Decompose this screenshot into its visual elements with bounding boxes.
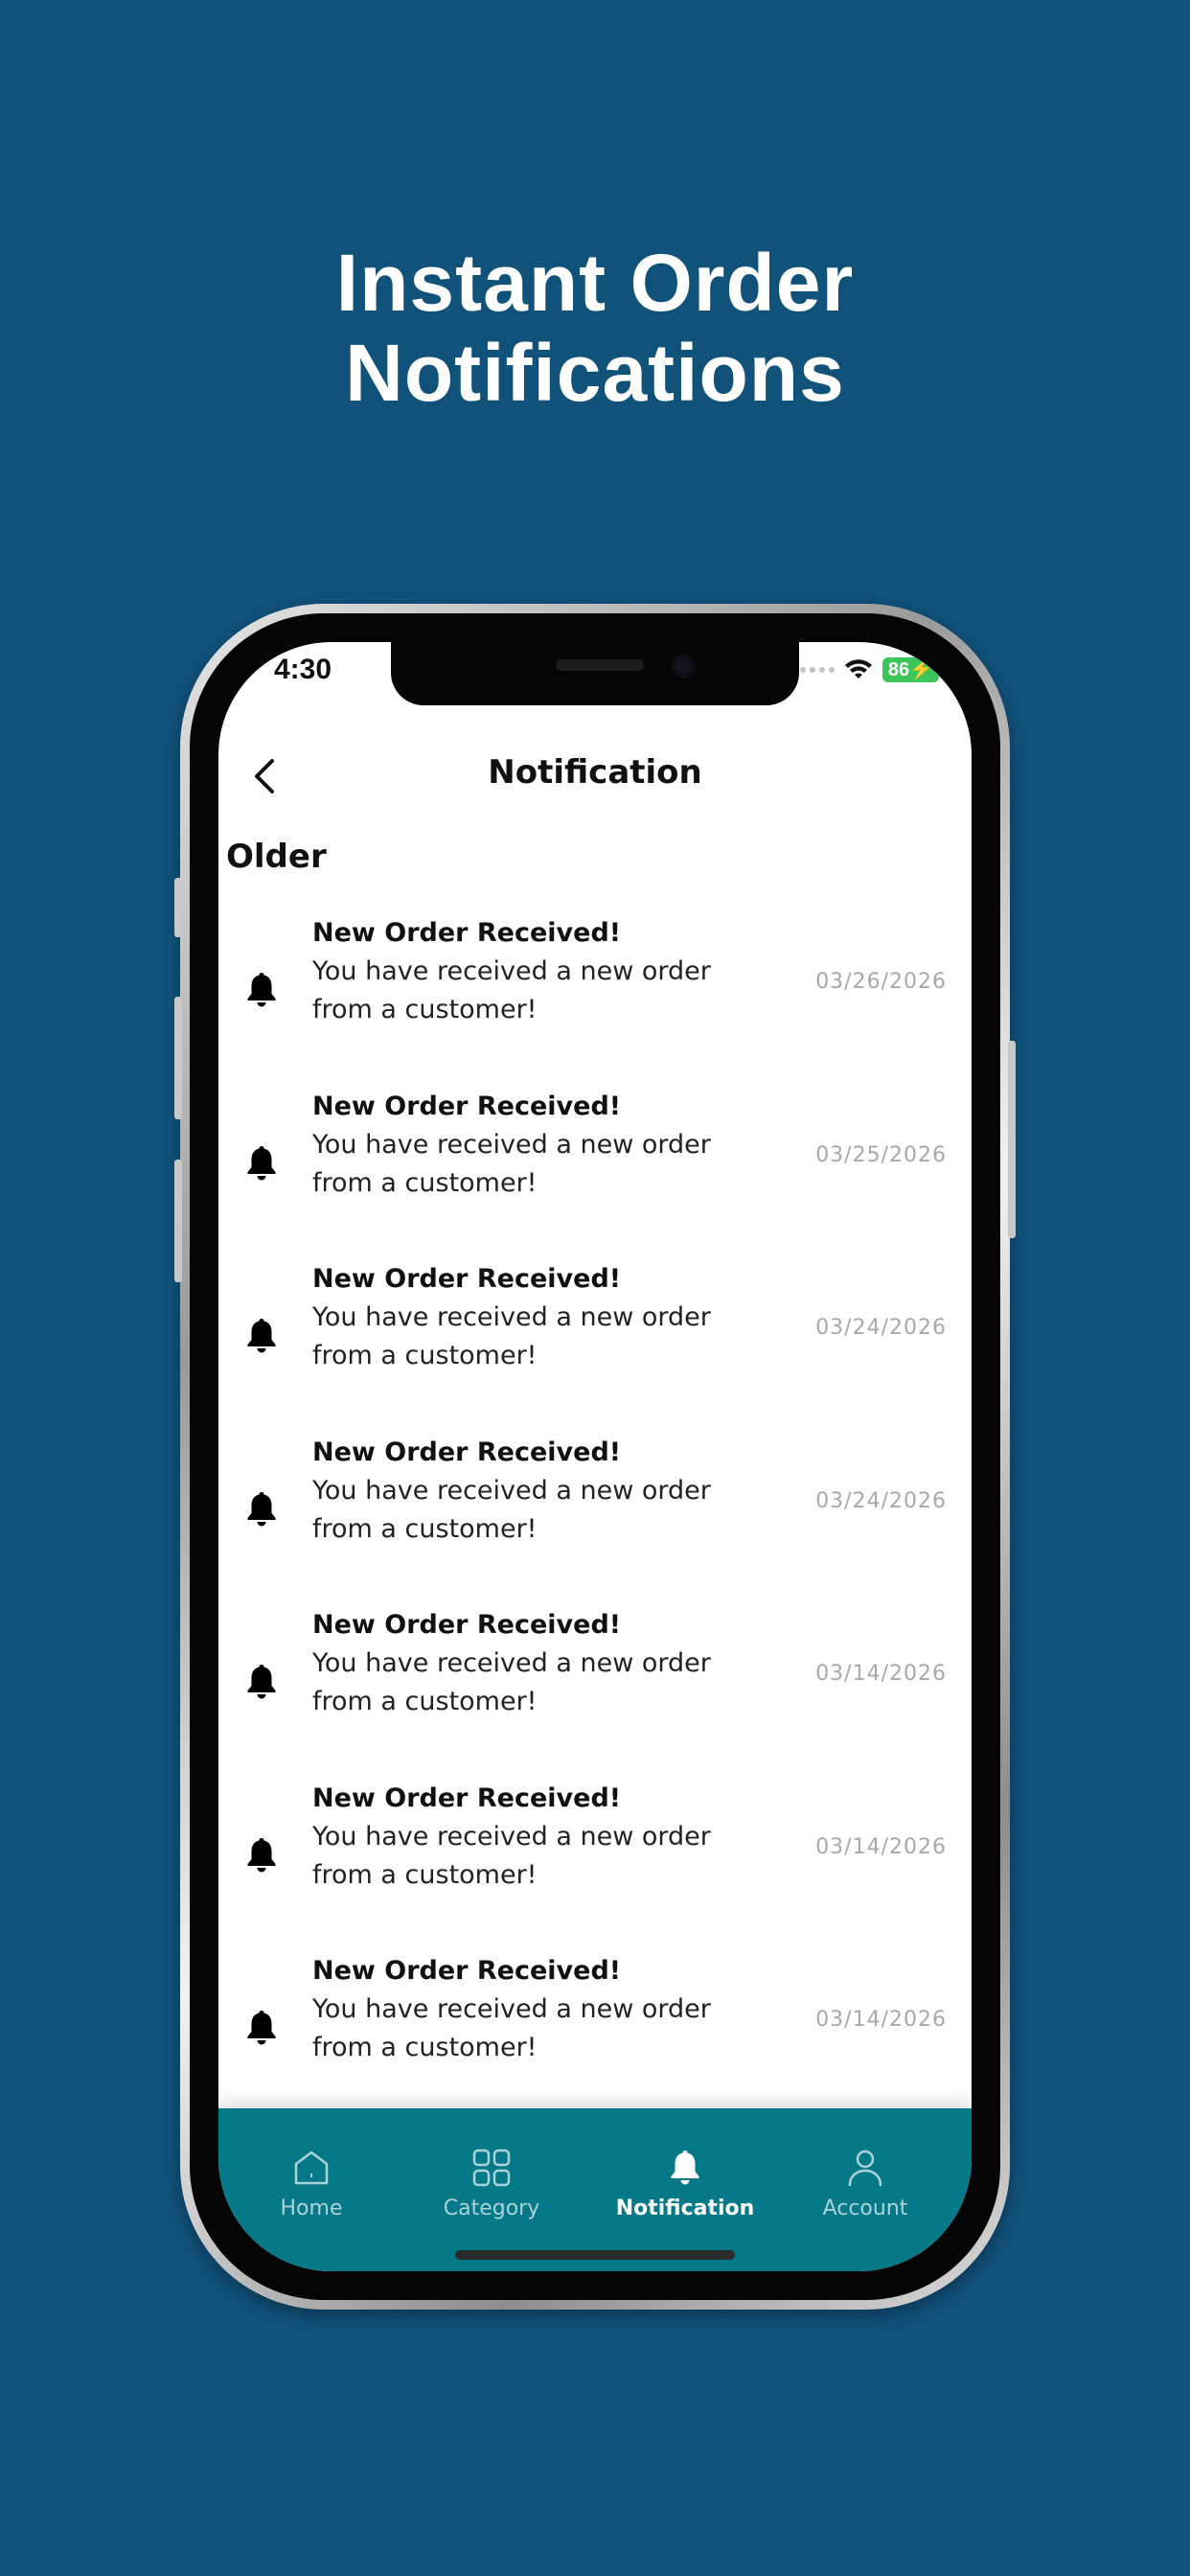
status-indicators: 86⚡ (799, 657, 939, 682)
battery-level: 86 (887, 659, 910, 680)
notification-date: 03/14/2026 (815, 1834, 947, 1859)
notification-body-line2: from a customer! (312, 1687, 538, 1716)
notification-title: New Order Received! (312, 1264, 622, 1294)
volume-down-button (174, 1160, 182, 1282)
tab-notification-label: Notification (615, 2196, 755, 2220)
grid-icon (472, 2149, 511, 2187)
notification-body-line2: from a customer! (312, 995, 538, 1024)
notification-body-line1: You have received a new order (312, 1994, 711, 2024)
notification-body-line1: You have received a new order (312, 1821, 711, 1852)
notification-body-line1: You have received a new order (312, 1475, 711, 1506)
page-title: Notification (488, 753, 702, 792)
notification-list: New Order Received! You have received a … (218, 914, 972, 2126)
notification-item[interactable]: New Order Received! You have received a … (218, 1780, 972, 1953)
notification-body-line1: You have received a new order (312, 956, 711, 986)
tab-notification[interactable]: Notification (594, 2145, 776, 2220)
notification-date: 03/14/2026 (815, 1662, 947, 1686)
mute-switch (174, 878, 182, 937)
notification-title: New Order Received! (312, 1956, 622, 1986)
charging-bolt-icon: ⚡ (909, 659, 933, 680)
notification-title: New Order Received! (312, 1091, 622, 1121)
notification-title: New Order Received! (312, 1437, 622, 1467)
notification-item[interactable]: New Order Received! You have received a … (218, 1952, 972, 2126)
user-icon (848, 2150, 882, 2187)
notification-body-line1: You have received a new order (312, 1129, 711, 1160)
battery-icon: 86⚡ (881, 657, 939, 682)
bell-icon (247, 973, 276, 1007)
power-button (1008, 1041, 1016, 1238)
home-icon (294, 2150, 329, 2185)
promo-headline: Instant Order Notifications (0, 238, 1190, 418)
phone-screen: 4:30 86⚡ Notification Older New Order Re… (218, 642, 972, 2271)
notification-title: New Order Received! (312, 918, 622, 948)
promo-headline-line1: Instant Order (335, 238, 855, 328)
notification-body-line2: from a customer! (312, 1341, 538, 1370)
section-label-older: Older (226, 838, 327, 876)
bell-icon (247, 1491, 276, 1526)
wifi-icon (844, 659, 872, 678)
tab-account[interactable]: Account (774, 2145, 956, 2220)
bell-icon (247, 1319, 276, 1353)
volume-up-button (174, 997, 182, 1119)
tab-home[interactable]: Home (220, 2145, 402, 2220)
notification-body-line2: from a customer! (312, 2033, 538, 2062)
home-indicator (455, 2250, 735, 2260)
notch (391, 642, 799, 705)
bell-icon (247, 1837, 276, 1872)
notification-date: 03/24/2026 (815, 1488, 947, 1513)
bell-icon (247, 1145, 276, 1180)
speaker-grille (556, 659, 644, 671)
notification-body-line1: You have received a new order (312, 1648, 711, 1678)
tab-account-label: Account (822, 2196, 908, 2220)
notification-body-line2: from a customer! (312, 1513, 538, 1544)
notification-item[interactable]: New Order Received! You have received a … (218, 1088, 972, 1261)
notification-item[interactable]: New Order Received! You have received a … (218, 914, 972, 1088)
notification-item[interactable]: New Order Received! You have received a … (218, 1606, 972, 1780)
bell-icon (247, 2011, 276, 2045)
notification-body-line2: from a customer! (312, 1167, 538, 1198)
notification-title: New Order Received! (312, 1782, 622, 1813)
tab-category[interactable]: Category (400, 2145, 583, 2220)
notification-body-line1: You have received a new order (312, 1302, 711, 1332)
tab-home-label: Home (280, 2196, 343, 2220)
front-camera (671, 654, 696, 678)
promo-headline-line2: Notifications (345, 328, 845, 418)
notification-date: 03/26/2026 (815, 970, 947, 994)
header-bar: Notification (218, 738, 972, 815)
bottom-tab-bar: Home Category Notification Account (218, 2108, 972, 2271)
bell-icon (247, 1665, 276, 1699)
tab-category-label: Category (443, 2196, 540, 2220)
status-time: 4:30 (274, 654, 332, 685)
notification-body-line2: from a customer! (312, 1859, 538, 1890)
phone-frame: 4:30 86⚡ Notification Older New Order Re… (174, 604, 1016, 2310)
notification-title: New Order Received! (312, 1610, 622, 1640)
notification-item[interactable]: New Order Received! You have received a … (218, 1260, 972, 1434)
notification-date: 03/14/2026 (815, 2008, 947, 2032)
notification-date: 03/24/2026 (815, 1316, 947, 1340)
notification-item[interactable]: New Order Received! You have received a … (218, 1434, 972, 1607)
bell-icon (671, 2150, 699, 2185)
notification-date: 03/25/2026 (815, 1142, 947, 1167)
signal-icon (799, 667, 835, 673)
